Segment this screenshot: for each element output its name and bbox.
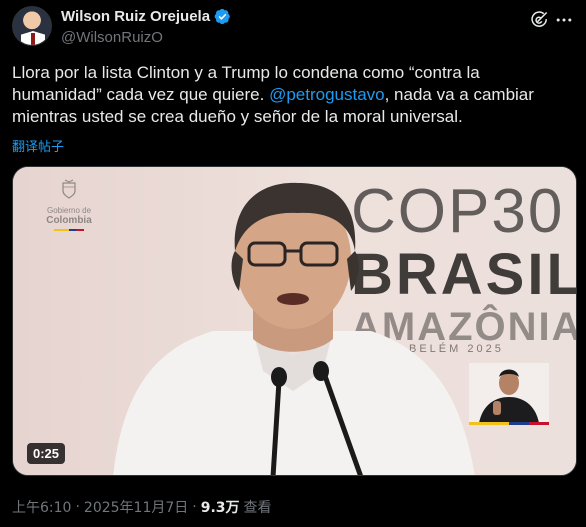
interpreter-flag-bar <box>469 422 549 425</box>
avatar[interactable] <box>12 6 52 46</box>
author-display-name[interactable]: Wilson Ruiz Orejuela <box>61 8 210 25</box>
tweet-meta: 上午6:10 · 2025年11月7日 · 9.3万 查看 <box>12 497 272 517</box>
translate-post-link[interactable]: 翻译帖子 <box>12 136 64 155</box>
post-time[interactable]: 上午6:10 <box>12 497 71 517</box>
avatar-tie <box>31 33 35 45</box>
speaker-figure <box>113 182 475 475</box>
meta-separator: · <box>192 499 197 515</box>
logo-line1: Gobierno de <box>46 206 92 215</box>
meta-separator: · <box>75 499 80 515</box>
verified-badge-icon[interactable] <box>214 8 231 25</box>
video-duration-badge: 0:25 <box>27 443 66 464</box>
views-label: 查看 <box>243 500 272 516</box>
mention-link[interactable]: @petrogustavo <box>269 85 385 104</box>
grok-icon[interactable] <box>530 10 550 30</box>
more-icon[interactable] <box>554 10 574 30</box>
name-row: Wilson Ruiz Orejuela <box>61 8 231 25</box>
video-player[interactable]: COP30 BRASIL AMAZÔNIA BELÉM 2025 Gobiern… <box>12 166 577 476</box>
logo-line2: Colombia <box>46 215 92 226</box>
sign-language-interpreter <box>469 363 549 423</box>
colombia-crest-icon <box>62 179 76 199</box>
view-count: 9.3万 <box>200 500 240 516</box>
gobierno-colombia-logo: Gobierno de Colombia <box>39 179 99 231</box>
author-handle[interactable]: @WilsonRuizO <box>61 29 163 46</box>
tweet-body: Llora por la lista Clinton y a Trump lo … <box>12 62 574 128</box>
tweet-header: Wilson Ruiz Orejuela @WilsonRuizO <box>12 6 574 48</box>
post-date[interactable]: 2025年11月7日 <box>84 497 188 517</box>
logo-flag-stripe <box>54 229 84 231</box>
